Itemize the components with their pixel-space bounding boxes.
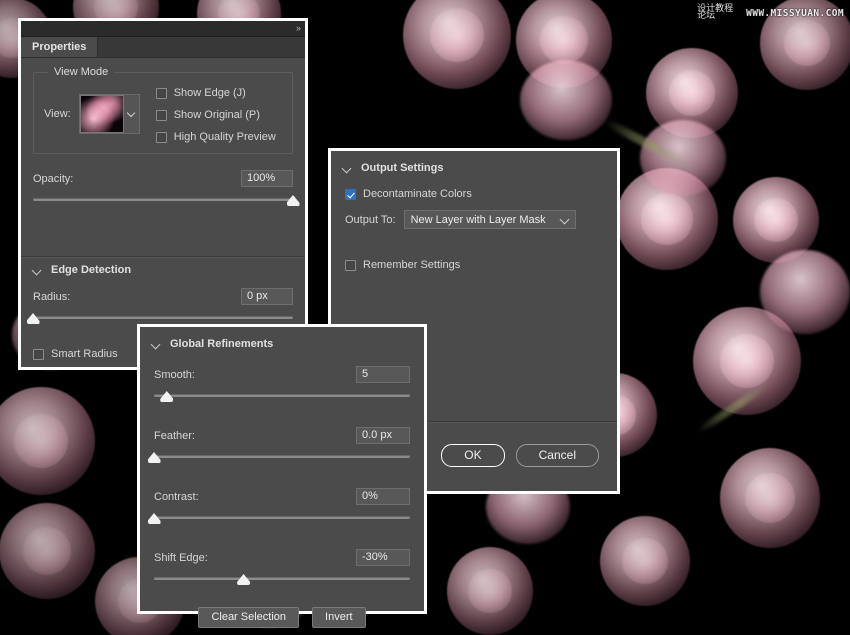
feather-value-field[interactable]: 0.0 px <box>356 427 410 444</box>
feather-label: Feather: <box>154 429 195 442</box>
contrast-slider[interactable] <box>147 512 410 524</box>
smooth-label: Smooth: <box>154 368 195 381</box>
opacity-value-field[interactable]: 100% <box>241 170 293 187</box>
contrast-label: Contrast: <box>154 490 199 503</box>
invert-button[interactable]: Invert <box>312 607 366 628</box>
radius-value-field[interactable]: 0 px <box>241 288 293 305</box>
rose-bloom <box>700 428 840 568</box>
high-quality-preview-row[interactable]: High Quality Preview <box>155 131 276 143</box>
radius-label: Radius: <box>33 290 71 303</box>
ok-button[interactable]: OK <box>441 444 505 467</box>
properties-tabstrip: Properties <box>21 37 305 58</box>
output-settings-header[interactable]: Output Settings <box>331 151 617 180</box>
show-edge-row[interactable]: Show Edge (J) <box>155 87 276 99</box>
chevron-down-icon[interactable] <box>152 340 161 349</box>
view-mode-group: View Mode View: Show Edge (J) Show Origi… <box>33 66 293 154</box>
tab-properties[interactable]: Properties <box>21 37 99 57</box>
view-label: View: <box>44 108 71 120</box>
radius-slider[interactable] <box>26 312 293 324</box>
output-to-label: Output To: <box>345 213 396 226</box>
smooth-slider[interactable] <box>154 390 410 402</box>
rose-petal <box>520 60 612 140</box>
shift-edge-slider[interactable] <box>154 573 410 585</box>
remember-settings-label: Remember Settings <box>363 259 461 271</box>
decontaminate-colors-checkbox[interactable] <box>345 188 356 200</box>
view-mode-selector[interactable] <box>78 94 140 134</box>
properties-panel: » Properties View Mode View: Show Edge (… <box>18 18 308 370</box>
clear-selection-button[interactable]: Clear Selection <box>198 607 300 628</box>
rose-petal <box>640 120 726 196</box>
output-to-select[interactable]: New Layer with Layer Mask <box>403 210 576 229</box>
show-original-label: Show Original (P) <box>173 109 260 121</box>
remember-settings-checkbox[interactable] <box>345 259 356 271</box>
feather-slider[interactable] <box>147 451 410 463</box>
output-settings-title: Output Settings <box>361 162 444 174</box>
chevron-down-icon[interactable] <box>33 266 42 275</box>
show-original-checkbox[interactable] <box>155 109 167 121</box>
high-quality-preview-checkbox[interactable] <box>155 131 167 143</box>
opacity-slider-track[interactable] <box>33 198 293 201</box>
show-edge-checkbox[interactable] <box>155 87 167 99</box>
view-preview-thumbnail[interactable] <box>79 95 124 133</box>
global-refinements-header[interactable]: Global Refinements <box>140 327 424 356</box>
collapse-panel-icon[interactable]: » <box>296 23 301 33</box>
show-original-row[interactable]: Show Original (P) <box>155 109 276 121</box>
opacity-slider[interactable] <box>33 194 300 206</box>
edge-detection-header[interactable]: Edge Detection <box>21 258 305 282</box>
feather-slider-track[interactable] <box>154 455 410 458</box>
shift-edge-label: Shift Edge: <box>154 551 208 564</box>
remember-settings-row[interactable]: Remember Settings <box>345 259 605 271</box>
smart-radius-checkbox[interactable] <box>33 348 44 360</box>
shift-edge-slider-track[interactable] <box>154 577 410 580</box>
rose-bloom <box>430 530 550 635</box>
decontaminate-colors-row[interactable]: Decontaminate Colors <box>345 188 605 200</box>
rose-petal <box>760 250 850 334</box>
properties-titlebar[interactable]: » <box>21 21 305 37</box>
rose-bloom <box>742 0 850 108</box>
chevron-down-icon[interactable] <box>123 95 139 133</box>
output-to-value: New Layer with Layer Mask <box>410 213 546 226</box>
edge-detection-title: Edge Detection <box>51 264 132 276</box>
opacity-label: Opacity: <box>33 172 74 185</box>
contrast-slider-track[interactable] <box>154 516 410 519</box>
chevron-down-icon[interactable] <box>343 164 352 173</box>
view-mode-legend: View Mode <box>48 66 115 78</box>
high-quality-preview-label: High Quality Preview <box>173 131 276 143</box>
rose-bloom <box>582 498 708 624</box>
chevron-down-icon[interactable] <box>559 214 570 225</box>
decontaminate-colors-label: Decontaminate Colors <box>363 188 472 200</box>
smooth-value-field[interactable]: 5 <box>356 366 410 383</box>
smooth-slider-track[interactable] <box>154 394 410 397</box>
show-edge-label: Show Edge (J) <box>173 87 246 99</box>
cancel-button[interactable]: Cancel <box>515 444 599 467</box>
global-refinements-title: Global Refinements <box>170 338 274 350</box>
smart-radius-label: Smart Radius <box>51 348 118 360</box>
global-refinements-panel: Global Refinements Smooth: 5 Feather: 0.… <box>137 324 427 628</box>
radius-slider-track[interactable] <box>33 316 293 319</box>
contrast-value-field[interactable]: 0% <box>356 488 410 505</box>
shift-edge-value-field[interactable]: -30% <box>356 549 410 566</box>
